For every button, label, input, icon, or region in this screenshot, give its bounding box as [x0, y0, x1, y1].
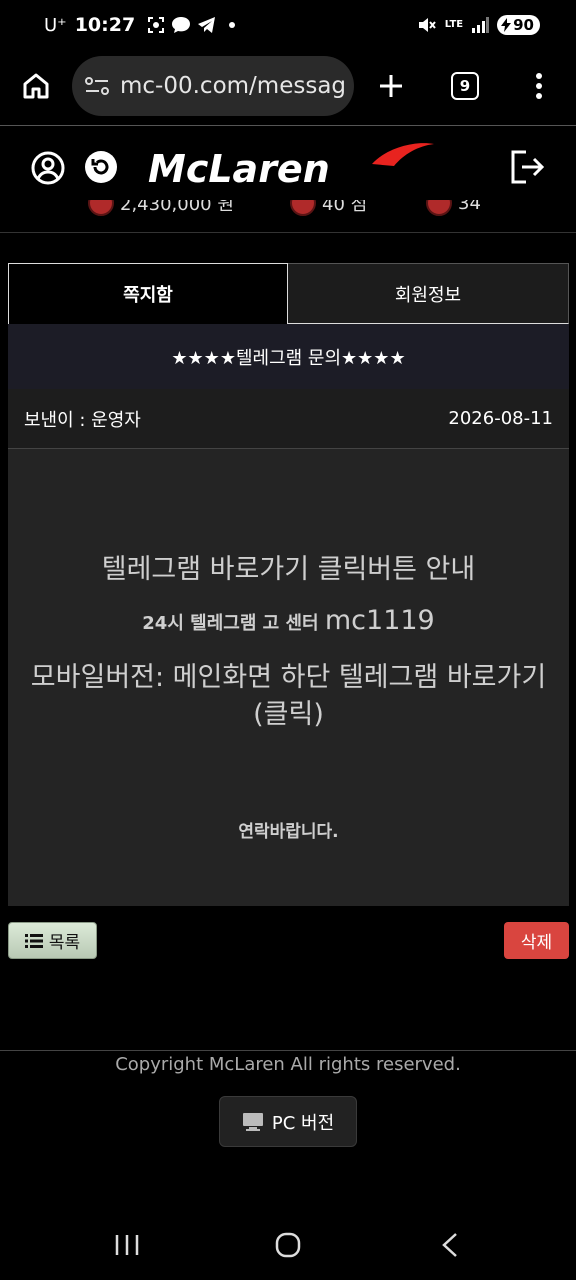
point-icon	[290, 200, 316, 216]
message-body: 텔레그램 바로가기 클릭버튼 안내 24시 텔레그램 고 센터 mc1119 모…	[8, 449, 569, 906]
coin-icon	[88, 200, 114, 216]
list-icon	[24, 933, 43, 948]
recent-apps-button[interactable]	[114, 1234, 140, 1260]
mute-icon	[418, 18, 436, 32]
refresh-icon	[85, 151, 117, 183]
pc-version-button[interactable]: PC 버전	[219, 1096, 357, 1147]
refresh-button[interactable]	[84, 150, 118, 188]
message-date: 2026-08-11	[448, 408, 553, 429]
message-title: ★★★★텔레그램 문의★★★★	[8, 324, 569, 389]
pc-version-label: PC 버전	[271, 1112, 335, 1134]
plus-icon	[380, 75, 402, 97]
chat-icon	[172, 17, 191, 33]
home-icon	[23, 73, 49, 99]
mclaren-logo[interactable]: McLaren	[146, 136, 436, 196]
user-icon	[31, 151, 65, 185]
body-line-4: 연락바랍니다.	[238, 822, 339, 842]
system-nav-bar	[0, 1210, 576, 1280]
browser-home-button[interactable]	[0, 50, 72, 122]
back-nav-button[interactable]	[440, 1232, 460, 1262]
footer-divider	[0, 1050, 576, 1051]
new-tab-button[interactable]	[354, 50, 428, 122]
copyright-text: Copyright McLaren All rights reserved.	[115, 1054, 461, 1075]
status-bar: U⁺ 10:27 LTE 90	[0, 0, 576, 50]
browser-menu-button[interactable]	[502, 50, 576, 122]
recent-apps-icon	[115, 1235, 139, 1255]
list-button-label: 목록	[48, 933, 81, 953]
stat-money-value: 2,430,000 원	[120, 200, 234, 215]
back-icon	[442, 1233, 457, 1257]
url-text: mc-00.com/messag	[120, 73, 347, 99]
user-button[interactable]	[30, 150, 66, 190]
battery-level: 90	[513, 16, 534, 34]
network-label: LTE	[444, 19, 464, 30]
toolbar-divider	[0, 125, 576, 126]
stat-money: 2,430,000 원	[88, 200, 234, 216]
delete-button[interactable]: 삭제	[504, 922, 569, 959]
tab-count: 9	[451, 72, 479, 100]
mypage-tabs: 쪽지함 회원정보	[8, 263, 569, 324]
tab-member-info[interactable]: 회원정보	[288, 263, 569, 324]
stat-messages: 34	[426, 200, 481, 216]
stat-points-value: 40 점	[322, 200, 368, 215]
list-button[interactable]: 목록	[8, 922, 97, 959]
battery-indicator: 90	[497, 15, 540, 35]
more-icon	[536, 73, 542, 99]
site-header: McLaren	[0, 128, 576, 208]
body-line-1: 텔레그램 바로가기 클릭버튼 안내	[101, 554, 476, 585]
tab-inbox[interactable]: 쪽지함	[8, 263, 288, 324]
logout-icon	[511, 150, 545, 184]
message-sender: 보낸이 : 운영자	[24, 409, 141, 431]
message-count-icon	[426, 200, 452, 216]
mclaren-logo-mark: McLaren	[148, 143, 434, 191]
user-stats-strip: 2,430,000 원 40 점 34	[0, 200, 576, 232]
body-line-2-text: 24시 텔레그램 고 센터	[142, 613, 325, 634]
stat-points: 40 점	[290, 200, 367, 216]
status-time: 10:27	[74, 14, 136, 36]
home-nav-button[interactable]	[275, 1232, 301, 1262]
screenshot-icon	[148, 17, 165, 33]
address-bar[interactable]: mc-00.com/messag	[72, 56, 354, 116]
telegram-icon	[198, 17, 216, 33]
body-line-3: 모바일버전: 메인화면 하단 텔레그램 바로가기 (클릭)	[30, 662, 547, 730]
notification-dot-icon	[229, 22, 236, 28]
telegram-id: mc1119	[324, 605, 435, 636]
monitor-icon	[242, 1112, 263, 1131]
charging-icon	[501, 18, 512, 32]
header-divider	[0, 232, 576, 233]
tab-switcher-button[interactable]: 9	[428, 50, 502, 122]
site-settings-icon[interactable]	[84, 74, 110, 98]
message-meta: 보낸이 : 운영자 2026-08-11	[8, 389, 569, 449]
carrier-label: U⁺	[44, 14, 67, 36]
home-circle-icon	[275, 1232, 301, 1258]
browser-toolbar: mc-00.com/messag 9	[0, 50, 576, 122]
stat-messages-value: 34	[458, 200, 481, 214]
body-line-2: 24시 텔레그램 고 센터 mc1119	[8, 605, 569, 636]
logout-button[interactable]	[508, 148, 546, 190]
logo-text: McLaren	[148, 147, 330, 191]
signal-icon	[472, 17, 490, 33]
